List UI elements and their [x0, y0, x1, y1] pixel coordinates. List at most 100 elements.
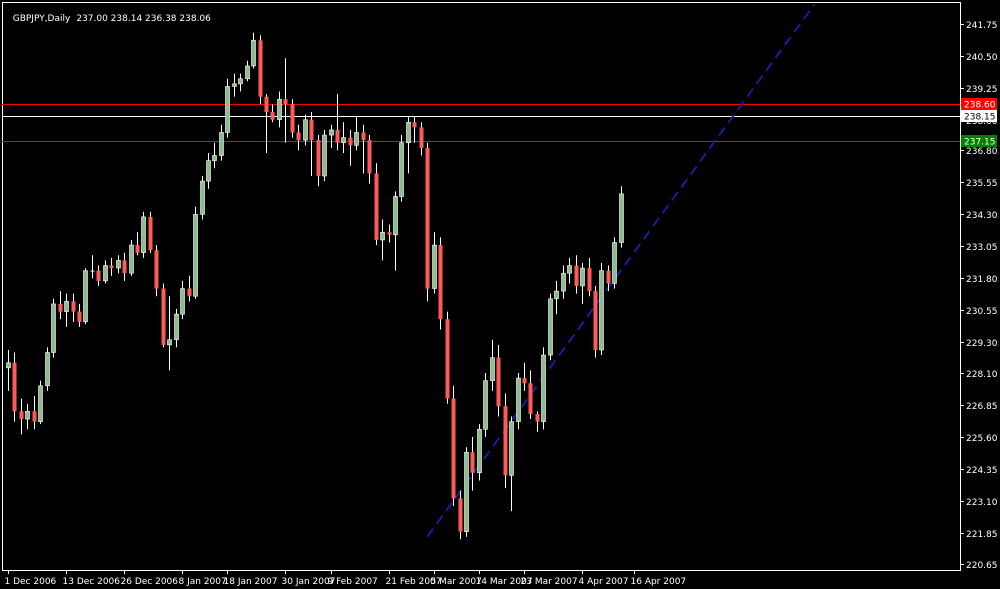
candle-body — [116, 260, 121, 269]
candlestick-chart: 241.75240.50239.25238.00236.80235.55234.… — [2, 2, 998, 587]
candle-body — [232, 83, 237, 87]
x-tick-label: 1 Dec 2006 — [5, 577, 57, 587]
y-tick-label: 230.55 — [966, 307, 998, 317]
candle-body — [361, 132, 366, 141]
x-tick-label: 8 Jan 2007 — [179, 577, 227, 587]
candle-body — [154, 250, 159, 289]
candle-body — [309, 119, 314, 141]
candle-body — [83, 270, 88, 323]
candle-body — [496, 357, 501, 407]
candle-body — [341, 137, 346, 144]
x-tick-label: 26 Dec 2006 — [121, 577, 179, 587]
candle-body — [516, 377, 521, 422]
y-tick-label: 226.85 — [966, 402, 998, 412]
candle-body — [96, 270, 101, 281]
y-tick-label: 239.25 — [966, 85, 998, 95]
candle-body — [554, 290, 559, 300]
candle-body — [25, 411, 30, 420]
x-tick-label: 13 Dec 2006 — [63, 577, 121, 587]
candle-body — [367, 140, 372, 174]
candle-body — [251, 40, 256, 67]
candle-body — [561, 272, 566, 292]
candle-body — [316, 140, 321, 176]
candle-body — [264, 96, 269, 113]
candle-body — [270, 112, 275, 120]
y-tick-label: 241.75 — [966, 21, 998, 31]
candle-body — [432, 244, 437, 289]
candle-body — [12, 362, 17, 412]
candle-body — [354, 132, 359, 146]
y-tick-label: 224.35 — [966, 466, 998, 476]
candle-body — [148, 216, 153, 251]
candle-body — [303, 119, 308, 141]
candle-body — [58, 303, 63, 312]
y-tick-label: 229.30 — [966, 339, 998, 349]
y-tick-label: 231.80 — [966, 275, 998, 285]
x-tick-label: 23 Mar 2007 — [521, 577, 578, 587]
candle-body — [548, 298, 553, 356]
chart-header: GBPJPY,Daily 237.00 238.14 236.38 238.06 — [7, 4, 217, 24]
candle-body — [32, 411, 37, 422]
candle-body — [45, 352, 50, 387]
candle-body — [245, 65, 250, 80]
symbol-timeframe: GBPJPY,Daily — [12, 14, 71, 24]
candle-body — [380, 231, 385, 241]
x-tick-label: 4 Apr 2007 — [579, 577, 629, 587]
y-tick-label: 225.60 — [966, 434, 998, 444]
price-label-0: 238.60 — [964, 101, 996, 111]
candle-body — [438, 245, 443, 320]
candle-body — [219, 132, 224, 156]
candle-body — [187, 288, 192, 297]
x-tick-label: 5 Mar 2007 — [431, 577, 482, 587]
candle-body — [290, 104, 295, 133]
x-tick-label: 16 Apr 2007 — [631, 577, 687, 587]
candle-body — [51, 303, 56, 353]
candle-body — [503, 406, 508, 476]
candle-body — [619, 193, 624, 243]
candle-body — [64, 301, 69, 312]
candle-body — [38, 385, 43, 422]
candle-body — [535, 413, 540, 422]
candle-body — [483, 380, 488, 430]
y-tick-label: 223.10 — [966, 498, 998, 508]
candle-body — [464, 452, 469, 532]
candle-body — [180, 288, 185, 315]
candle-body — [90, 270, 95, 272]
y-tick-label: 240.50 — [966, 53, 998, 63]
candle-body — [19, 411, 24, 420]
candle-body — [348, 137, 353, 146]
y-tick-label: 221.85 — [966, 530, 998, 540]
price-label-2: 237.15 — [964, 138, 996, 148]
candle-body — [6, 362, 11, 369]
candle-body — [135, 245, 140, 253]
candle-body — [109, 265, 114, 269]
candle-body — [445, 319, 450, 399]
candle-body — [258, 40, 263, 97]
x-tick-label: 18 Jan 2007 — [224, 577, 278, 587]
candle-body — [528, 383, 533, 414]
candle-body — [167, 339, 172, 346]
candle-body — [606, 270, 611, 284]
candle-body — [71, 301, 76, 312]
candle-body — [612, 242, 617, 284]
candle-body — [225, 86, 230, 133]
candle-body — [574, 265, 579, 286]
candle-body — [490, 357, 495, 381]
candle-body — [129, 244, 134, 274]
candle-body — [567, 265, 572, 274]
candle-body — [77, 311, 82, 322]
y-tick-label: 235.55 — [966, 179, 998, 189]
x-tick-label: 9 Feb 2007 — [328, 577, 378, 587]
candle-body — [277, 98, 282, 120]
candle-body — [322, 134, 327, 177]
y-tick-label: 228.10 — [966, 370, 998, 380]
candle-body — [206, 160, 211, 182]
candle-body — [335, 129, 340, 143]
candle-body — [509, 421, 514, 476]
candle-body — [425, 147, 430, 289]
candle-body — [587, 268, 592, 292]
candle-body — [141, 216, 146, 254]
candle-body — [419, 127, 424, 148]
y-tick-label: 236.80 — [966, 147, 998, 157]
candle-body — [374, 173, 379, 240]
